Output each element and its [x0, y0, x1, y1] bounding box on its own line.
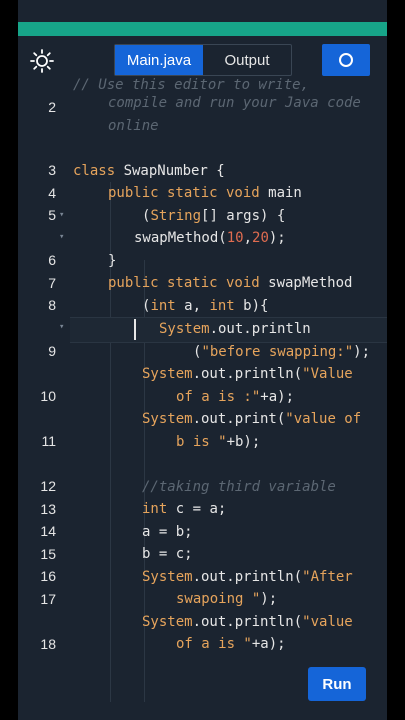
code-line-wrap: (String[] args) { [142, 208, 286, 224]
code-line: 17 System.out.println("After [40, 569, 353, 607]
sun-icon[interactable] [28, 47, 56, 75]
code-line: 15 a = b; [40, 524, 193, 562]
code-editor[interactable]: 2 // Use this editor to write, compile a… [18, 74, 387, 720]
code-line-wrap: ("before swapping:"); [193, 344, 371, 360]
code-line: 7 } [48, 253, 117, 291]
code-line: 3 [48, 162, 56, 178]
code-line: 4 ▾ class SwapNumber { [18, 160, 387, 220]
run-button[interactable]: Run [308, 667, 366, 701]
tab-output[interactable]: Output [203, 45, 291, 75]
code-line: 14 int c = a; [40, 501, 227, 539]
code-line: 11 System.out.print("value of [41, 411, 362, 449]
code-line: 8 ▾ public static void swapMethod [18, 272, 387, 332]
code-line-wrap: (int a, int b){ [142, 298, 269, 314]
code-line: 12 [40, 478, 56, 494]
circle-icon [339, 53, 353, 67]
app-frame: Main.java Output 2 // Use this editor to… [18, 0, 387, 720]
code-line-wrap: b is "+b); [176, 434, 261, 450]
run-toggle-button[interactable] [322, 44, 370, 76]
top-accent-bar [18, 22, 387, 36]
code-line-wrap: compile and run your Java code [108, 95, 361, 111]
code-line: 18 System.out.println("value [40, 614, 353, 652]
code-line-wrap: online [108, 118, 159, 134]
code-line-wrap: of a is :"+a); [176, 389, 295, 405]
code-line-wrap: swapoing "); [176, 591, 278, 607]
code-line: 16 b = c; [40, 546, 193, 584]
code-line: 13 //taking third variable [40, 479, 336, 517]
tab-main-java[interactable]: Main.java [115, 45, 203, 75]
code-line-wrap: of a is "+a); [176, 636, 286, 652]
code-line: 9 System.out.println [48, 321, 311, 359]
file-tabs: Main.java Output [114, 44, 292, 76]
code-line: 10 System.out.println("Value [40, 366, 353, 404]
code-line: 6 swapMethod(10,20); [48, 230, 286, 268]
code-line: 5 ▾ public static void main [18, 182, 387, 242]
